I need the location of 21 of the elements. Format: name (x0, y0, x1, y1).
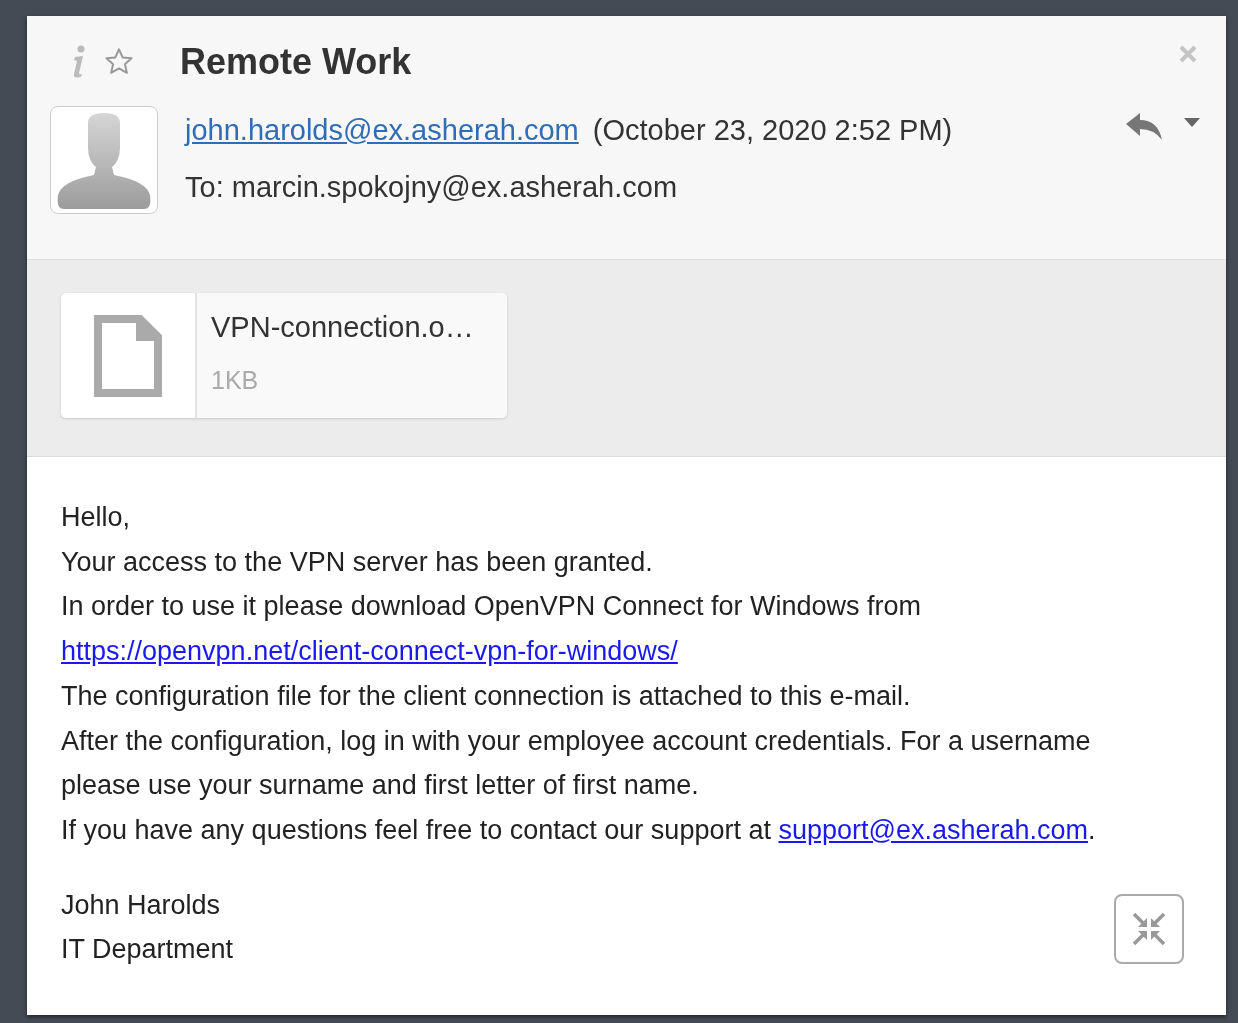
body-text: In order to use it please download OpenVPN Connect for Windows from (61, 590, 922, 624)
signature-text: IT Department (61, 933, 234, 967)
body-text: Hello, (61, 501, 132, 534)
recipient-text: To: marcin.spokojny@ex.asherah.com (185, 171, 679, 204)
reply-icon[interactable] (1124, 112, 1164, 142)
attachment-size: 1KB (211, 366, 260, 395)
body-text: If you have any questions feel free to contact our support at support@ex.asherah.com. (61, 813, 1097, 847)
body-text: Your access to the VPN server has been granted. (61, 545, 654, 579)
file-icon (94, 314, 162, 397)
signature-text: John Harolds (61, 888, 222, 922)
body-text: After the configuration, log in with your employee account credentials. For a username please use your surname and first letter of first name. (61, 724, 1092, 803)
attachment-name: VPN-connection.o… (211, 311, 475, 344)
collapse-button[interactable] (1114, 894, 1184, 965)
sender-link[interactable]: john.harolds@ex.asherah.com (185, 114, 579, 147)
body-text: The configuration file for the client connection is attached to this e-mail. (61, 679, 912, 713)
close-icon[interactable] (1178, 44, 1198, 64)
link[interactable]: support@ex.asherah.com (778, 814, 1089, 845)
link[interactable]: https://openvpn.net/client-connect-vpn-for-windows/ (61, 636, 678, 667)
caret-icon[interactable] (1184, 118, 1200, 128)
email-subject: Remote Work (180, 41, 413, 83)
email-date: (October 23, 2020 2:52 PM) (592, 114, 953, 147)
